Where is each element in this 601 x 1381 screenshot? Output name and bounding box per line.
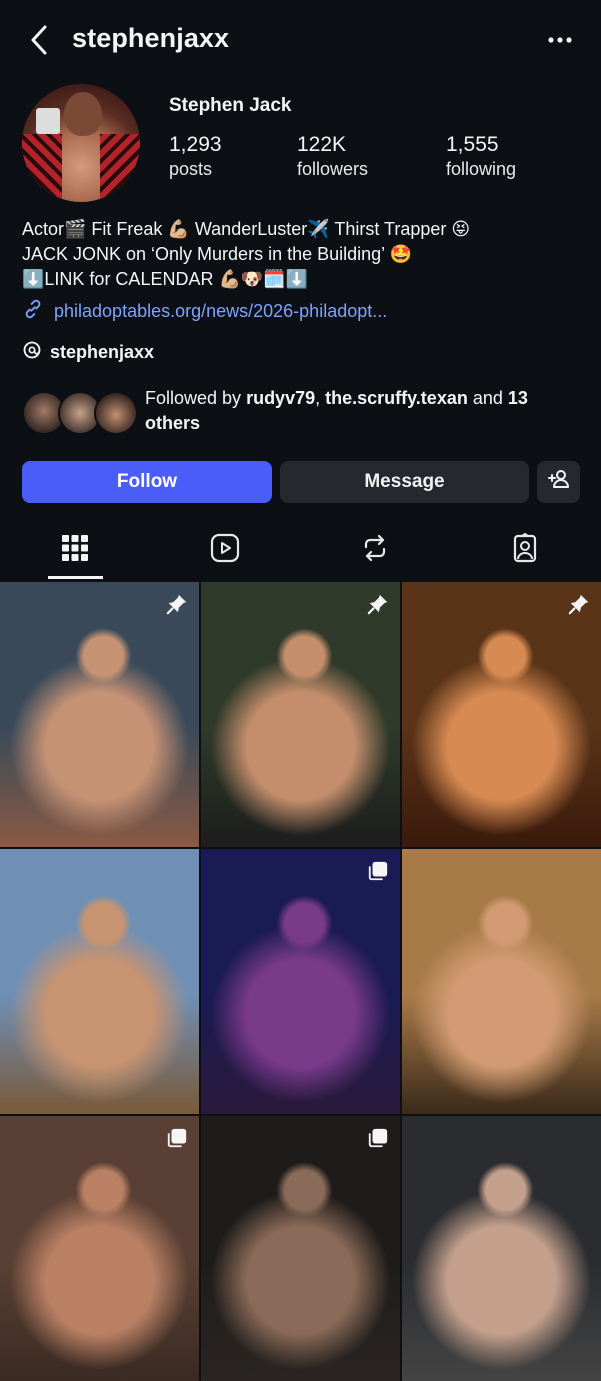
back-icon[interactable] <box>22 22 56 58</box>
post-thumbnail[interactable] <box>0 849 199 1114</box>
stat-following-label: following <box>446 159 517 179</box>
message-button[interactable]: Message <box>280 461 529 503</box>
avatar-head <box>64 92 102 136</box>
bio-line: ⬇️LINK for CALENDAR 💪🏼🐶🗓️⬇️ <box>22 269 309 289</box>
post-thumbnail[interactable] <box>402 849 601 1114</box>
tab-tagged[interactable] <box>450 520 600 580</box>
top-bar: stephenjaxx <box>0 0 601 80</box>
display-name: Stephen Jack <box>169 95 292 116</box>
followed-and: and <box>467 388 508 408</box>
followed-sep: , <box>315 388 326 408</box>
reels-icon <box>210 533 240 568</box>
stat-posts-value: 1,293 <box>169 133 222 156</box>
pin-icon <box>366 592 390 616</box>
bio: Actor🎬 Fit Freak 💪🏼 WanderLuster✈️ Thirs… <box>22 217 582 292</box>
active-tab-indicator <box>48 576 103 579</box>
add-person-icon <box>547 467 571 497</box>
pin-icon <box>165 592 189 616</box>
post-thumbnail[interactable] <box>402 582 601 847</box>
profile-tabs <box>0 520 601 580</box>
tab-grid[interactable] <box>0 520 150 580</box>
post-thumbnail[interactable] <box>201 1116 400 1381</box>
carousel-icon <box>366 1126 390 1150</box>
suggest-users-button[interactable] <box>537 461 580 503</box>
stat-posts[interactable]: 1,293 posts <box>169 133 222 180</box>
stat-followers-value: 122K <box>297 133 347 156</box>
pin-icon <box>567 592 591 616</box>
bio-line: Actor🎬 Fit Freak 💪🏼 WanderLuster✈️ Thirs… <box>22 219 471 239</box>
followed-user[interactable]: rudyv79 <box>246 388 315 408</box>
threads-link[interactable]: stephenjaxx <box>22 340 154 365</box>
link-icon <box>22 298 44 325</box>
followed-prefix: Followed by <box>145 388 247 408</box>
threads-icon <box>22 340 42 365</box>
tagged-icon <box>510 532 540 568</box>
threads-handle: stephenjaxx <box>50 342 155 362</box>
post-thumbnail[interactable] <box>402 1116 601 1381</box>
followed-user[interactable]: the.scruffy.texan <box>325 388 468 408</box>
carousel-icon <box>165 1126 189 1150</box>
tab-reposts[interactable] <box>300 520 450 580</box>
tab-reels[interactable] <box>150 520 300 580</box>
post-thumbnail[interactable] <box>0 582 199 847</box>
avatar-shirt-left <box>22 134 62 202</box>
follower-avatar <box>94 391 138 435</box>
post-thumbnail[interactable] <box>201 849 400 1114</box>
stat-followers[interactable]: 122K followers <box>297 133 368 180</box>
post-thumbnail[interactable] <box>201 582 400 847</box>
bio-link-text: philadoptables.org/news/2026-philadopt..… <box>54 301 388 321</box>
stat-following[interactable]: 1,555 following <box>446 133 516 180</box>
avatar-shirt-right <box>100 134 140 202</box>
stat-following-value: 1,555 <box>446 133 499 156</box>
bio-line: JACK JONK on ‘Only Murders in the Buildi… <box>22 244 412 264</box>
grid-icon <box>61 534 89 567</box>
stat-posts-label: posts <box>169 159 213 179</box>
followed-by[interactable]: Followed by rudyv79, the.scruffy.texan a… <box>22 386 582 438</box>
avatar-mug <box>36 108 60 134</box>
follow-button[interactable]: Follow <box>22 461 272 503</box>
bio-link[interactable]: philadoptables.org/news/2026-philadopt..… <box>22 298 387 325</box>
stat-followers-label: followers <box>297 159 369 179</box>
username-title: stephenjaxx <box>72 23 230 53</box>
more-options-icon[interactable] <box>545 26 575 54</box>
followed-by-text: Followed by rudyv79, the.scruffy.texan a… <box>145 386 575 436</box>
post-thumbnail[interactable] <box>0 1116 199 1381</box>
profile-avatar[interactable] <box>22 84 140 202</box>
carousel-icon <box>366 859 390 883</box>
reposts-icon <box>361 534 389 567</box>
